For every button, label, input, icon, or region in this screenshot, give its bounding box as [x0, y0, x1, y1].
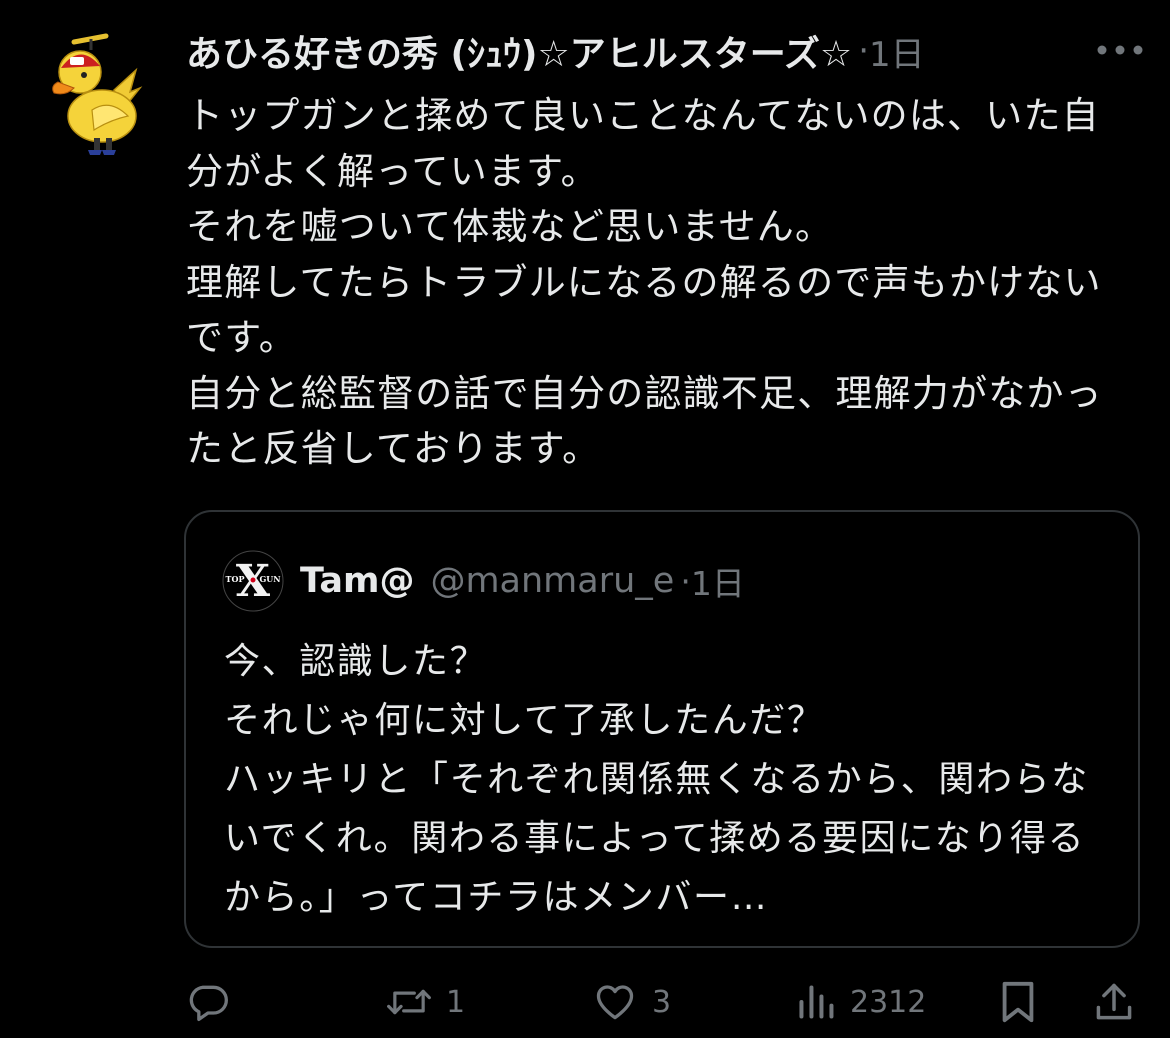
- topgun-gun-letters: GUN: [259, 574, 280, 584]
- quote-header: Tam@ @manmaru_e · 1日: [300, 556, 745, 606]
- views-icon: [799, 985, 834, 1019]
- duck-avatar-image: [52, 33, 143, 155]
- quote-handle[interactable]: @manmaru_e: [430, 561, 674, 601]
- retweet-icon: [387, 989, 431, 1015]
- more-icon: [1097, 45, 1143, 55]
- reply-icon: [189, 985, 228, 1022]
- bookmark-button[interactable]: [998, 972, 1038, 1032]
- quote-separator: ·: [680, 561, 691, 601]
- quote-text: 今、認識した？ それじゃ何に対して了承したんだ？ ハッキリと「それぞれ関係無くな…: [224, 641, 1089, 918]
- topgun-top-letters: TOP: [226, 574, 245, 584]
- quote-display-name[interactable]: Tam@: [300, 561, 414, 601]
- bookmark-icon: [1002, 981, 1034, 1023]
- more-options-button[interactable]: [1090, 32, 1150, 68]
- quote-avatar[interactable]: X TOP GUN: [222, 550, 284, 612]
- like-button[interactable]: 3: [592, 972, 671, 1032]
- tweet-timestamp[interactable]: 1日: [869, 27, 925, 76]
- tweet[interactable]: あひる好きの秀 (ｼｭｳ)☆アヒルスターズ☆ · 1日 トップガンと揉めて良いこ…: [0, 0, 1170, 1038]
- action-bar: 1 3 2312: [186, 972, 1146, 1032]
- retweet-count: 1: [446, 984, 466, 1020]
- header-separator: ·: [858, 31, 869, 71]
- views-button[interactable]: 2312: [796, 972, 926, 1032]
- tweet-text: トップガンと揉めて良いことなんてないのは、いた自分がよく解っています。 それを嘘…: [186, 94, 1103, 470]
- quote-timestamp: 1日: [690, 564, 745, 603]
- retweet-button[interactable]: 1: [386, 972, 465, 1032]
- quoted-tweet[interactable]: X TOP GUN Tam@ @manmaru_e · 1日 今、認識した？ そ…: [184, 510, 1140, 948]
- views-count: 2312: [850, 984, 927, 1020]
- like-count: 3: [652, 984, 672, 1020]
- heart-icon: [596, 985, 634, 1020]
- topgun-logo-image: X TOP GUN: [222, 550, 284, 612]
- tweet-header: あひる好きの秀 (ｼｭｳ)☆アヒルスターズ☆ · 1日: [186, 26, 925, 76]
- author-display-name[interactable]: あひる好きの秀 (ｼｭｳ)☆アヒルスターズ☆: [186, 25, 852, 77]
- share-button[interactable]: [1092, 972, 1136, 1032]
- share-icon: [1096, 983, 1132, 1020]
- reply-button[interactable]: [186, 972, 244, 1032]
- user-avatar[interactable]: [44, 30, 144, 160]
